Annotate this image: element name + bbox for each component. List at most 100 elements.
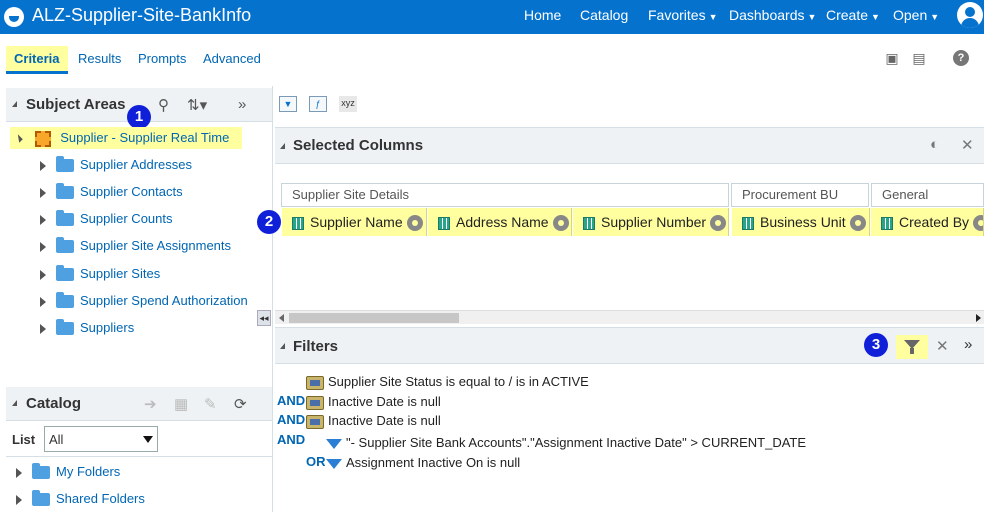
- column-supplier-name[interactable]: Supplier Name: [282, 208, 427, 236]
- gear-icon[interactable]: [406, 215, 423, 232]
- save-icon[interactable]: ▣: [884, 50, 900, 66]
- collapse-triangle-icon[interactable]: [12, 400, 17, 406]
- catalog-list-select[interactable]: All: [44, 426, 158, 452]
- filter-item[interactable]: "- Supplier Site Bank Accounts"."Assignm…: [326, 434, 806, 452]
- nav-dashboards[interactable]: Dashboards ▼: [729, 7, 816, 23]
- collapse-triangle-icon[interactable]: [12, 101, 17, 107]
- nav-favorites-label: Favorites: [648, 7, 706, 23]
- oracle-logo-icon: [4, 7, 24, 27]
- xyz-icon[interactable]: xyz: [339, 96, 357, 112]
- filter-text: Inactive Date is null: [328, 394, 441, 409]
- properties-icon[interactable]: ▦: [174, 395, 188, 413]
- gear-icon[interactable]: [973, 215, 983, 232]
- expand-triangle-icon[interactable]: [16, 467, 22, 478]
- column-group-general: General: [871, 183, 984, 207]
- column-supplier-number[interactable]: Supplier Number: [573, 208, 729, 236]
- search-icon[interactable]: ⚲: [158, 96, 169, 114]
- sort-icon[interactable]: ⇅▾: [187, 96, 207, 114]
- filter-item[interactable]: Supplier Site Status is equal to / is in…: [306, 373, 589, 391]
- scroll-left-icon[interactable]: [279, 314, 284, 322]
- tab-advanced[interactable]: Advanced: [195, 46, 269, 74]
- folder-icon: [32, 463, 50, 480]
- expand-triangle-icon[interactable]: [40, 241, 46, 252]
- scroll-right-icon[interactable]: [976, 314, 981, 322]
- list-select-value: All: [49, 432, 64, 447]
- column-address-name[interactable]: Address Name: [428, 208, 572, 236]
- folder-icon: [32, 490, 50, 507]
- nav-dashboards-label: Dashboards: [729, 7, 805, 23]
- tree-folder-my-folders[interactable]: My Folders: [16, 461, 120, 483]
- filter-text: Supplier Site Status is equal to / is in…: [328, 374, 589, 389]
- tree-folder-suppliers[interactable]: Suppliers: [40, 317, 134, 339]
- filter-item[interactable]: Inactive Date is null: [306, 412, 441, 430]
- help-icon[interactable]: ?: [953, 50, 969, 66]
- column-label: Supplier Number: [601, 214, 707, 230]
- tree-folder-supplier-sites[interactable]: Supplier Sites: [40, 263, 160, 285]
- column-group-procurement-bu: Procurement BU: [731, 183, 869, 207]
- nav-open[interactable]: Open ▼: [893, 7, 939, 23]
- dropdown-arrow-icon: [143, 436, 153, 443]
- arrow-right-icon[interactable]: ➔: [144, 395, 157, 413]
- nav-catalog[interactable]: Catalog: [580, 7, 628, 23]
- filter-icon[interactable]: ▼: [279, 96, 297, 112]
- remove-all-icon[interactable]: ✕: [961, 136, 974, 154]
- expand-triangle-icon[interactable]: [40, 296, 46, 307]
- filter-operator[interactable]: AND: [277, 393, 305, 408]
- tree-folder-supplier-contacts[interactable]: Supplier Contacts: [40, 181, 183, 203]
- folder-label: My Folders: [56, 464, 121, 479]
- nav-home[interactable]: Home: [524, 7, 561, 23]
- hide-columns-icon[interactable]: ◐: [930, 136, 939, 153]
- column-label: Business Unit: [760, 214, 846, 230]
- column-business-unit[interactable]: Business Unit: [732, 208, 870, 236]
- tab-criteria[interactable]: Criteria: [6, 46, 68, 74]
- horizontal-scrollbar[interactable]: [275, 310, 984, 324]
- scrollbar-thumb[interactable]: [289, 313, 459, 323]
- add-filter-button[interactable]: [896, 335, 928, 359]
- tab-results[interactable]: Results: [70, 46, 129, 74]
- filter-operator[interactable]: OR: [306, 454, 326, 469]
- gear-icon[interactable]: [710, 215, 727, 232]
- folder-icon: [56, 292, 74, 309]
- nav-create[interactable]: Create ▼: [826, 7, 880, 23]
- expand-triangle-icon[interactable]: [40, 269, 46, 280]
- expand-right-icon[interactable]: »: [964, 336, 972, 353]
- column-icon: [742, 216, 754, 230]
- collapse-left-pane-button[interactable]: ◂◂: [257, 310, 271, 326]
- remove-filters-icon[interactable]: ✕: [936, 337, 949, 355]
- collapse-triangle-icon[interactable]: [280, 143, 285, 149]
- expand-right-icon[interactable]: »: [238, 96, 246, 113]
- expand-triangle-icon[interactable]: [40, 323, 46, 334]
- expanded-triangle-icon[interactable]: [14, 134, 23, 143]
- expand-triangle-icon[interactable]: [40, 160, 46, 171]
- edit-icon[interactable]: ✎: [204, 395, 217, 413]
- user-avatar-icon[interactable]: [957, 2, 983, 28]
- save-as-icon[interactable]: ▤: [911, 50, 927, 66]
- expand-triangle-icon[interactable]: [16, 494, 22, 505]
- edit-formula-icon[interactable]: ƒ: [309, 96, 327, 112]
- folder-label: Supplier Counts: [80, 211, 173, 226]
- filter-item[interactable]: Assignment Inactive On is null: [326, 454, 520, 472]
- gear-icon[interactable]: [552, 215, 569, 232]
- filter-column-icon: [306, 375, 324, 390]
- collapse-triangle-icon[interactable]: [280, 343, 285, 349]
- tree-folder-shared-folders[interactable]: Shared Folders: [16, 488, 145, 510]
- tab-prompts[interactable]: Prompts: [130, 46, 194, 74]
- filter-item[interactable]: Inactive Date is null: [306, 393, 441, 411]
- filter-operator[interactable]: AND: [277, 412, 305, 427]
- filter-operator[interactable]: AND: [277, 432, 305, 447]
- subject-area-root[interactable]: Supplier - Supplier Real Time: [10, 127, 242, 149]
- folder-icon: [56, 319, 74, 336]
- tree-folder-supplier-spend-authorization[interactable]: Supplier Spend Authorization: [40, 290, 248, 312]
- tree-folder-supplier-counts[interactable]: Supplier Counts: [40, 208, 173, 230]
- tree-folder-supplier-addresses[interactable]: Supplier Addresses: [40, 154, 192, 176]
- gear-icon[interactable]: [849, 215, 866, 232]
- nav-favorites[interactable]: Favorites ▼: [648, 7, 718, 23]
- column-label: Address Name: [456, 214, 549, 230]
- expand-triangle-icon[interactable]: [40, 214, 46, 225]
- tree-folder-supplier-site-assignments[interactable]: Supplier Site Assignments: [40, 235, 231, 257]
- refresh-icon[interactable]: ⟳: [234, 395, 247, 413]
- expand-triangle-icon[interactable]: [40, 187, 46, 198]
- column-created-by[interactable]: Created By: [871, 208, 984, 236]
- column-icon: [583, 216, 595, 230]
- selected-columns-title: Selected Columns: [293, 137, 424, 154]
